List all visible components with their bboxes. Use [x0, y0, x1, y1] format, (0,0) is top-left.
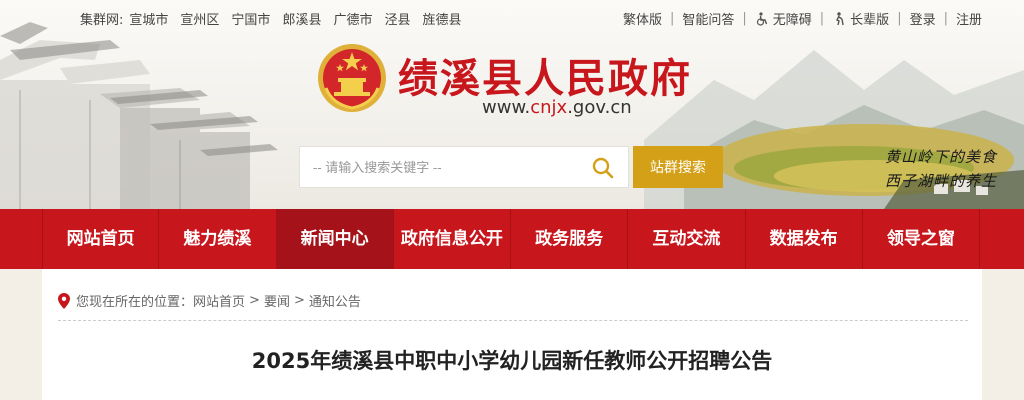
main-navigation: 网站首页 魅力绩溪 新闻中心 政府信息公开 政务服务 互动交流 数据发布 领导之… [0, 209, 1024, 269]
nav-item-gov-info-disclosure[interactable]: 政府信息公开 [394, 209, 511, 269]
cluster-link-xuancheng[interactable]: 宣城市 [129, 9, 168, 28]
accessibility-label: 无障碍 [772, 13, 812, 28]
site-url: www.cnjx.gov.cn [482, 97, 632, 118]
nav-item-news-center[interactable]: 新闻中心 [276, 209, 394, 269]
slogan-line-2: 西子湖畔的养生 [885, 172, 998, 190]
location-pin-icon [58, 292, 70, 309]
separator: | [819, 11, 825, 26]
accessibility-link[interactable]: 无障碍 [755, 9, 812, 28]
article-title: 2025年绩溪县中职中小学幼儿园新任教师公开招聘公告 [251, 349, 773, 373]
site-header: 集群网: 宣城市 宣州区 宁国市 郎溪县 广德市 泾县 旌德县 繁体版 | 智能… [0, 0, 1024, 209]
nav-item-leaders-window[interactable]: 领导之窗 [863, 209, 980, 269]
smart-qa-link[interactable]: 智能问答 [682, 9, 734, 28]
elderly-person-icon [836, 11, 844, 25]
separator: | [742, 11, 747, 26]
nav-item-home[interactable]: 网站首页 [42, 209, 160, 269]
search-box [299, 146, 629, 188]
url-highlight: cnjx [530, 97, 568, 118]
register-link[interactable]: 注册 [956, 9, 982, 28]
nav-item-charm-jixi[interactable]: 魅力绩溪 [159, 209, 277, 269]
cluster-link-guangde[interactable]: 广德市 [333, 9, 372, 28]
cluster-link-ningguo[interactable]: 宁国市 [231, 9, 270, 28]
nav-item-interaction[interactable]: 互动交流 [628, 209, 746, 269]
url-prefix: www. [482, 97, 531, 118]
breadcrumb-link-home[interactable]: 网站首页 [193, 291, 245, 310]
separator: | [943, 11, 948, 26]
slogan-line-1: 黄山岭下的美食 [885, 148, 998, 166]
login-link[interactable]: 登录 [910, 9, 936, 28]
utility-links: 繁体版 | 智能问答 | 无障碍 | 长辈版 | 登录 | 注册 [623, 9, 982, 28]
breadcrumb-separator: > [249, 293, 260, 308]
breadcrumb: 您现在所在的位置： 网站首页 > 要闻 > 通知公告 [58, 291, 361, 310]
content-panel: 您现在所在的位置： 网站首页 > 要闻 > 通知公告 2025年绩溪县中职中小学… [42, 269, 982, 400]
cluster-link-jingde[interactable]: 旌德县 [422, 9, 461, 28]
breadcrumb-prefix: 您现在所在的位置： [76, 295, 194, 310]
breadcrumb-link-notices[interactable]: 通知公告 [309, 291, 361, 310]
top-utility-bar: 集群网: 宣城市 宣州区 宁国市 郎溪县 广德市 泾县 旌德县 繁体版 | 智能… [0, 0, 1024, 34]
url-suffix: .gov.cn [567, 97, 632, 118]
cluster-label: 集群网: [80, 13, 124, 28]
site-title: 绩溪县人民政府 [398, 55, 692, 102]
national-emblem-logo [318, 44, 386, 112]
nav-item-gov-services[interactable]: 政务服务 [511, 209, 629, 269]
main-navigation-items: 网站首页 魅力绩溪 新闻中心 政府信息公开 政务服务 互动交流 数据发布 领导之… [42, 209, 980, 269]
elderly-version-link[interactable]: 长辈版 [832, 9, 889, 28]
cluster-link-xuanzhou[interactable]: 宣州区 [180, 9, 219, 28]
slogan: 黄山岭下的美食 西子湖畔的养生 [885, 145, 997, 193]
separator: | [669, 11, 675, 26]
breadcrumb-divider [58, 320, 968, 321]
cluster-link-jingxian[interactable]: 泾县 [384, 9, 410, 28]
search-input[interactable] [300, 147, 580, 187]
breadcrumb-separator: > [293, 293, 305, 308]
cluster-sites-links: 集群网: 宣城市 宣州区 宁国市 郎溪县 广德市 泾县 旌德县 [80, 9, 474, 28]
cluster-link-langxi[interactable]: 郎溪县 [282, 9, 321, 28]
separator: | [897, 11, 902, 26]
search-icon[interactable] [591, 156, 615, 180]
breadcrumb-link-news[interactable]: 要闻 [264, 291, 290, 310]
elderly-version-label: 长辈版 [850, 13, 890, 28]
traditional-chinese-link[interactable]: 繁体版 [623, 9, 662, 28]
nav-item-data-release[interactable]: 数据发布 [746, 209, 863, 269]
site-group-search-button[interactable]: 站群搜索 [633, 146, 723, 188]
wheelchair-icon [756, 11, 767, 26]
